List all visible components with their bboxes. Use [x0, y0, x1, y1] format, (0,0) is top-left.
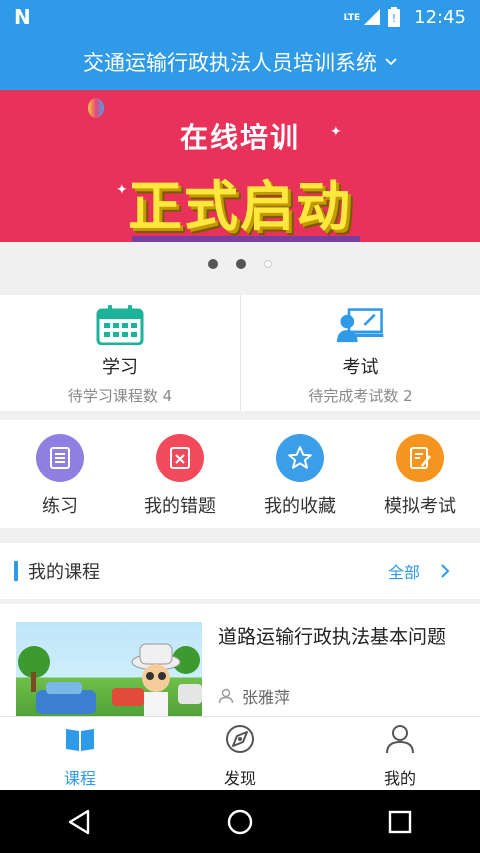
section-title: 我的课程 [28, 562, 100, 583]
network-type: LTE [343, 12, 361, 23]
function-shortcuts: 练习 我的错题 我的收藏 模拟考试 [0, 420, 480, 528]
svg-text:!: ! [392, 12, 396, 25]
app-title: 交通运输行政执法人员培训系统 [83, 51, 377, 75]
banner-main-text: 正式启动 [128, 175, 352, 238]
summary-cards: 学习 待学习课程数 4 考试 待完成考试数 2 [0, 295, 480, 411]
signal-icon [364, 9, 381, 25]
study-subtitle: 待学习课程数 4 [67, 387, 173, 405]
wrong-questions-icon [156, 434, 204, 482]
battery-icon: ! [388, 7, 401, 27]
promo-banner[interactable]: ✦ ✦ 在线培训 正式启动 [0, 90, 480, 242]
tab-label: 我的 [383, 769, 416, 788]
carousel-dot[interactable] [208, 259, 218, 269]
my-courses-header: 我的课程 全部 [0, 543, 480, 599]
practice-button[interactable]: 练习 [0, 420, 120, 528]
favorites-button[interactable]: 我的收藏 [240, 420, 360, 528]
carousel-dot[interactable] [236, 259, 246, 269]
mock-exam-label: 模拟考试 [384, 496, 456, 517]
status-bar: N LTE ! 12:45 [0, 0, 480, 34]
course-thumbnail [16, 622, 202, 716]
user-icon [218, 688, 234, 704]
balloon-icon [88, 98, 104, 118]
tab-label: 课程 [63, 769, 96, 788]
banner-top-text: 在线培训 [179, 121, 300, 154]
bottom-tab-bar: 课程 发现 我的 [0, 716, 480, 790]
book-icon [66, 729, 94, 751]
exam-subtitle: 待完成考试数 2 [308, 387, 413, 405]
practice-label: 练习 [42, 496, 78, 517]
clock: 12:45 [414, 6, 466, 28]
favorite-star-icon [276, 434, 324, 482]
view-all-link[interactable]: 全部 [388, 559, 420, 583]
app-bar[interactable]: 交通运输行政执法人员培训系统 [0, 34, 480, 90]
mock-exam-button[interactable]: 模拟考试 [360, 420, 480, 528]
home-icon[interactable] [226, 808, 254, 836]
tab-courses[interactable]: 课程 [0, 717, 160, 790]
chevron-down-icon[interactable] [385, 56, 397, 68]
wrong-questions-button[interactable]: 我的错题 [120, 420, 240, 528]
system-nav-bar [0, 790, 480, 853]
carousel-indicator [0, 242, 480, 286]
exam-title: 考试 [342, 357, 379, 378]
tab-discover[interactable]: 发现 [160, 717, 320, 790]
author-name: 张雅萍 [242, 688, 291, 707]
compass-icon [226, 725, 254, 753]
course-title: 道路运输行政执法基本问题 [218, 626, 447, 648]
wrong-questions-label: 我的错题 [144, 496, 216, 517]
course-item[interactable]: 道路运输行政执法基本问题 张雅萍 [0, 604, 480, 716]
exam-icon [336, 308, 383, 343]
study-card[interactable]: 学习 待学习课程数 4 [0, 295, 240, 411]
chevron-right-icon[interactable] [440, 563, 450, 579]
recents-icon[interactable] [386, 808, 414, 836]
favorites-label: 我的收藏 [264, 496, 336, 517]
user-icon [386, 725, 414, 754]
calendar-icon [96, 305, 144, 345]
study-title: 学习 [102, 357, 138, 378]
course-author: 张雅萍 [218, 684, 290, 708]
section-accent-bar [14, 561, 18, 581]
mock-exam-icon [396, 434, 444, 482]
tab-label: 发现 [223, 769, 256, 788]
practice-icon [36, 434, 84, 482]
tab-mine[interactable]: 我的 [320, 717, 480, 790]
carousel-dot[interactable] [264, 260, 272, 268]
notification-n-icon: N [14, 5, 31, 29]
exam-card[interactable]: 考试 待完成考试数 2 [240, 295, 480, 411]
back-icon[interactable] [66, 808, 94, 836]
